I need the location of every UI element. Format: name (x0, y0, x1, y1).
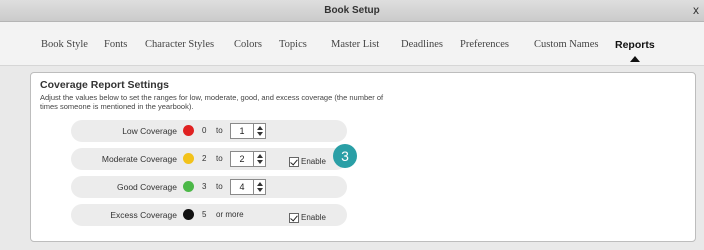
enable-label: Enable (301, 213, 326, 223)
to-label: to (216, 182, 223, 191)
moderate-coverage-label: Moderate Coverage (101, 154, 177, 164)
window-title: Book Setup (324, 5, 380, 16)
stepper-buttons[interactable] (253, 124, 265, 138)
good-coverage-max-input[interactable] (231, 180, 253, 194)
tab-reports[interactable]: Reports (615, 39, 655, 51)
moderate-coverage-max-input[interactable] (231, 152, 253, 166)
excess-coverage-row: Excess Coverage 5 or more Enable (71, 204, 347, 226)
stepper-buttons[interactable] (253, 152, 265, 166)
step-callout-badge: 3 (333, 144, 357, 168)
tab-preferences[interactable]: Preferences (460, 39, 509, 50)
low-coverage-max-input[interactable] (231, 124, 253, 138)
moderate-coverage-stepper[interactable] (230, 151, 266, 167)
tab-book-style[interactable]: Book Style (41, 39, 88, 50)
section-description: Adjust the values below to set the range… (40, 93, 384, 111)
close-icon[interactable]: x (690, 3, 702, 17)
left-margin (0, 66, 30, 250)
or-more-label: or more (216, 210, 244, 219)
green-dot-icon (183, 181, 194, 192)
title-bar: Book Setup x (0, 0, 704, 22)
tab-topics[interactable]: Topics (279, 39, 307, 50)
stepper-buttons[interactable] (253, 180, 265, 194)
active-tab-indicator (630, 56, 640, 62)
moderate-coverage-min: 2 (202, 154, 207, 163)
moderate-enable-checkbox[interactable] (289, 156, 299, 167)
tab-fonts[interactable]: Fonts (104, 39, 127, 50)
increment-arrow-icon[interactable] (257, 126, 263, 130)
low-coverage-stepper[interactable] (230, 123, 266, 139)
increment-arrow-icon[interactable] (257, 182, 263, 186)
yellow-dot-icon (183, 153, 194, 164)
good-coverage-min: 3 (202, 182, 207, 191)
decrement-arrow-icon[interactable] (257, 188, 263, 192)
red-dot-icon (183, 125, 194, 136)
enable-label: Enable (301, 157, 326, 167)
decrement-arrow-icon[interactable] (257, 132, 263, 136)
increment-arrow-icon[interactable] (257, 154, 263, 158)
moderate-coverage-row: Moderate Coverage 2 to Enable (71, 148, 347, 170)
moderate-enable-toggle[interactable]: Enable (289, 153, 326, 167)
coverage-settings-panel: Coverage Report Settings Adjust the valu… (30, 72, 696, 242)
excess-coverage-label: Excess Coverage (110, 210, 177, 220)
tab-bar: Book Style Fonts Character Styles Colors… (0, 22, 704, 66)
tab-deadlines[interactable]: Deadlines (401, 39, 443, 50)
excess-enable-toggle[interactable]: Enable (289, 209, 326, 223)
good-coverage-label: Good Coverage (116, 182, 177, 192)
low-coverage-label: Low Coverage (122, 126, 177, 136)
to-label: to (216, 126, 223, 135)
to-label: to (216, 154, 223, 163)
tab-colors[interactable]: Colors (234, 39, 262, 50)
excess-coverage-min: 5 (202, 210, 207, 219)
excess-enable-checkbox[interactable] (289, 212, 299, 223)
black-dot-icon (183, 209, 194, 220)
low-coverage-min: 0 (202, 126, 207, 135)
tab-character-styles[interactable]: Character Styles (145, 39, 214, 50)
low-coverage-row: Low Coverage 0 to (71, 120, 347, 142)
tab-master-list[interactable]: Master List (331, 39, 379, 50)
tab-custom-names[interactable]: Custom Names (534, 39, 598, 50)
section-title: Coverage Report Settings (40, 79, 169, 91)
decrement-arrow-icon[interactable] (257, 160, 263, 164)
good-coverage-stepper[interactable] (230, 179, 266, 195)
good-coverage-row: Good Coverage 3 to (71, 176, 347, 198)
